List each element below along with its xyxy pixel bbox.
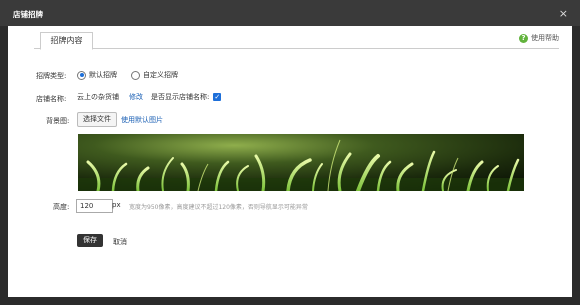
height-hint: 宽度为950像素，高度建议不超过120像素，否则导航显示可能异常 — [129, 204, 308, 211]
banner-preview-image — [78, 134, 524, 191]
help-label: 使用帮助 — [531, 34, 559, 42]
save-button[interactable]: 保存 — [77, 234, 103, 247]
shop-name-value: 云上の杂货铺 — [77, 93, 119, 101]
height-label: 高度: — [53, 203, 70, 211]
choose-file-button[interactable]: 选择文件 — [77, 112, 117, 127]
shop-name-label: 店铺名称: — [36, 95, 67, 103]
close-icon[interactable]: × — [559, 7, 568, 20]
height-unit: px — [112, 201, 121, 209]
background-label: 背景图: — [46, 117, 70, 125]
show-shop-name-label: 是否显示店铺名称: — [151, 93, 210, 101]
dialog-bottom-border — [0, 297, 580, 305]
show-shop-name-checkbox[interactable]: ✓ — [213, 93, 222, 101]
tab-bar: 招牌内容 ? 使用帮助 — [34, 26, 559, 50]
radio-custom-sign-label[interactable]: 自定义招牌 — [143, 70, 178, 80]
dialog-titlebar: 店铺招牌 × — [0, 0, 580, 26]
radio-default-sign-label[interactable]: 默认招牌 — [89, 70, 117, 80]
help-link[interactable]: ? 使用帮助 — [519, 33, 559, 43]
height-input[interactable]: 120 — [76, 199, 113, 213]
sign-type-label: 招牌类型: — [36, 72, 67, 80]
help-icon: ? — [519, 33, 528, 43]
dialog-title: 店铺招牌 — [13, 10, 43, 19]
edit-shop-name-link[interactable]: 修改 — [129, 92, 143, 102]
tab-sign-content[interactable]: 招牌内容 — [40, 32, 93, 50]
radio-custom-sign[interactable] — [131, 70, 140, 80]
dialog-body: 招牌内容 ? 使用帮助 招牌类型: 默认招牌 自定义招牌 店铺名称: 云上の杂货铺… — [8, 26, 572, 297]
cancel-link[interactable]: 取消 — [113, 237, 127, 247]
radio-default-sign[interactable] — [77, 70, 86, 80]
use-default-image-link[interactable]: 使用默认图片 — [121, 115, 163, 125]
